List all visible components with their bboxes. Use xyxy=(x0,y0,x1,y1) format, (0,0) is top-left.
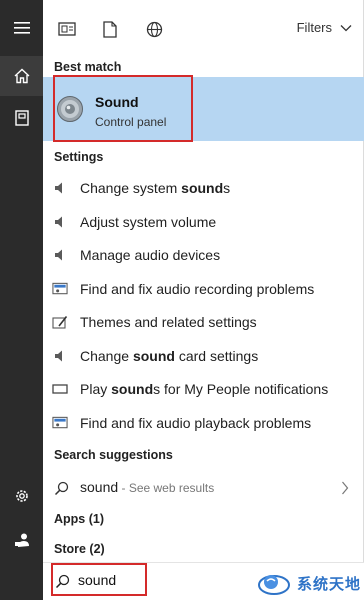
feedback-button[interactable] xyxy=(0,520,43,560)
suggestion-query: sound xyxy=(80,479,119,495)
notebook-icon xyxy=(14,110,29,126)
documents-icon xyxy=(103,20,117,38)
store-heading[interactable]: Store (2) xyxy=(54,542,105,556)
suggestion-hint: - See web results xyxy=(118,481,215,495)
filters-dropdown[interactable]: Filters xyxy=(297,20,352,35)
speaker-icon xyxy=(52,180,68,196)
settings-item-label: Play sounds for My People notifications xyxy=(80,381,328,397)
settings-item-label: Find and fix audio playback problems xyxy=(80,415,311,431)
search-annotation xyxy=(51,563,147,596)
gear-icon xyxy=(15,490,28,502)
watermark-text: 系统天地 xyxy=(297,575,362,593)
settings-item[interactable]: Change sound card settings xyxy=(43,340,364,372)
settings-item[interactable]: Adjust system volume xyxy=(43,206,364,238)
left-rail xyxy=(0,0,43,600)
watermark-logo-icon xyxy=(258,575,290,595)
label-match: sound xyxy=(181,180,224,196)
label-part: Adjust system volume xyxy=(80,213,217,230)
home-icon xyxy=(14,68,29,84)
label-part: s for My People notifications xyxy=(153,381,329,397)
speaker-icon xyxy=(52,247,68,263)
settings-item[interactable]: Themes and related settings xyxy=(43,306,364,338)
chevron-down-icon xyxy=(340,24,352,31)
home-button[interactable] xyxy=(0,56,43,96)
settings-item-label: Change sound card settings xyxy=(80,348,258,364)
apps-filter-button[interactable] xyxy=(55,18,79,40)
label-part: Manage audio devices xyxy=(80,247,221,263)
label-part: Change system xyxy=(80,180,182,196)
settings-item[interactable]: Find and fix audio recording problems xyxy=(43,273,364,305)
hamburger-icon xyxy=(13,22,30,34)
apps-icon xyxy=(58,22,76,36)
label-part: Find and fix audio recording problems xyxy=(80,280,315,297)
filters-label: Filters xyxy=(296,20,332,35)
search-results-panel: Filters Best match Sound Control panel S… xyxy=(43,0,364,600)
themes-icon xyxy=(52,314,68,330)
troubleshoot-icon xyxy=(52,281,68,297)
web-filter-button[interactable] xyxy=(142,18,166,40)
label-part: card settings xyxy=(174,347,259,364)
label-part: Themes and related settings xyxy=(80,314,257,330)
settings-item-label: Adjust system volume xyxy=(80,214,216,230)
notification-icon xyxy=(52,381,68,397)
settings-item-label: Manage audio devices xyxy=(80,247,220,263)
label-part: Play xyxy=(80,381,112,397)
chevron-right-icon xyxy=(342,481,349,495)
settings-item-label: Change system sounds xyxy=(80,180,230,196)
settings-item[interactable]: Find and fix audio playback problems xyxy=(43,407,364,439)
apps-heading[interactable]: Apps (1) xyxy=(54,512,104,526)
notebook-button[interactable] xyxy=(0,98,43,138)
label-match: sound xyxy=(132,347,175,364)
settings-heading: Settings xyxy=(54,150,104,164)
troubleshoot-icon xyxy=(52,415,68,431)
search-suggestions-heading: Search suggestions xyxy=(54,448,173,462)
search-icon xyxy=(54,481,69,496)
suggestion-text: sound - See web results xyxy=(80,479,214,495)
highlight-annotation xyxy=(53,75,193,142)
web-icon xyxy=(146,21,162,37)
speaker-icon xyxy=(52,214,68,230)
menu-button[interactable] xyxy=(0,8,43,48)
label-match: sound xyxy=(111,381,154,397)
best-match-heading: Best match xyxy=(54,60,122,74)
speaker-icon xyxy=(52,348,68,364)
documents-filter-button[interactable] xyxy=(98,18,122,40)
feedback-icon xyxy=(14,533,29,547)
settings-item-label: Find and fix audio recording problems xyxy=(80,281,314,297)
watermark: 系统天地 xyxy=(257,566,364,600)
label-part: s xyxy=(223,180,231,196)
settings-item[interactable]: Manage audio devices xyxy=(43,239,364,271)
settings-item[interactable]: Change system sounds xyxy=(43,172,364,204)
search-toolbar: Filters xyxy=(43,0,364,56)
settings-item[interactable]: Play sounds for My People notifications xyxy=(43,373,364,405)
settings-button[interactable] xyxy=(0,476,43,516)
label-part: Change xyxy=(80,347,133,364)
settings-item-label: Themes and related settings xyxy=(80,314,257,330)
label-part: Find and fix audio playback problems xyxy=(80,414,312,431)
